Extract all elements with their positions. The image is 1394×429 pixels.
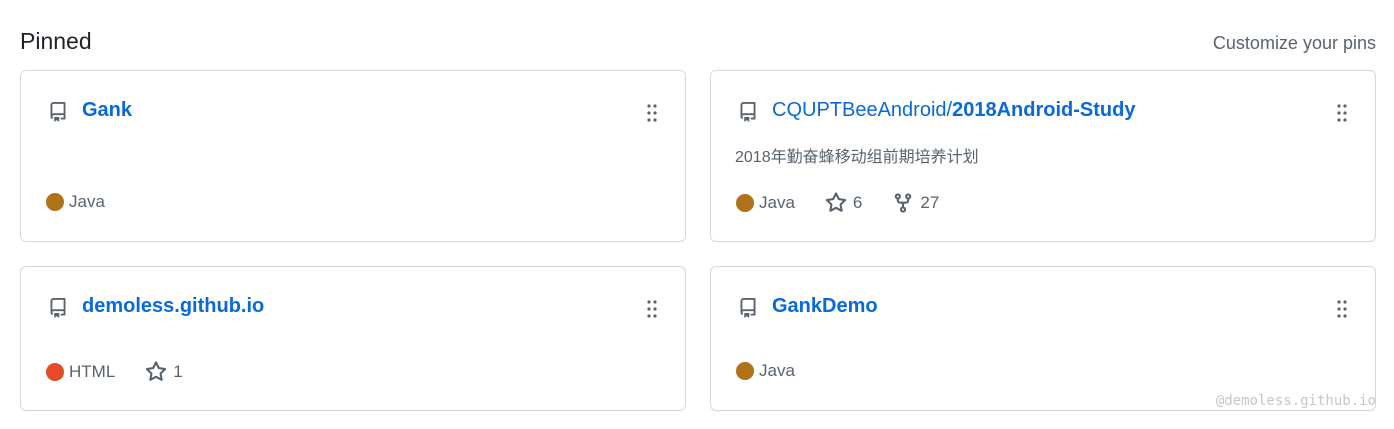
star-count[interactable]: 6	[853, 193, 862, 213]
repo-icon	[740, 102, 756, 122]
repo-owner[interactable]: CQUPTBeeAndroid/	[772, 99, 952, 121]
language-label: Java	[759, 361, 795, 380]
language-color-dot	[46, 193, 64, 211]
language-color-dot	[46, 363, 64, 381]
repo-name-link[interactable]: demoless.github.io	[82, 295, 264, 318]
grabber-icon[interactable]	[647, 104, 657, 122]
pinned-repo-card: Gank Java	[20, 70, 686, 242]
language-label: HTML	[69, 362, 116, 381]
star-icon	[825, 192, 847, 212]
repo-name[interactable]: GankDemo	[772, 295, 878, 317]
language-color-dot	[736, 194, 754, 212]
grabber-icon[interactable]	[647, 300, 657, 318]
repo-icon	[50, 102, 66, 122]
language: Java	[736, 361, 795, 381]
repo-name[interactable]: Gank	[82, 99, 132, 121]
repo-icon	[740, 298, 756, 318]
repo-meta: Java 6 27	[736, 192, 969, 214]
repo-icon	[50, 298, 66, 318]
customize-pins-link[interactable]: Customize your pins	[1213, 33, 1376, 54]
stars-link[interactable]: 6	[825, 192, 862, 214]
language-color-dot	[736, 362, 754, 380]
star-icon	[146, 361, 167, 381]
pinned-title: Pinned	[20, 28, 92, 54]
repo-name-link[interactable]: CQUPTBeeAndroid/2018Android-Study	[772, 99, 1135, 122]
pinned-repo-card: CQUPTBeeAndroid/2018Android-Study 2018年勤…	[710, 70, 1376, 242]
grabber-icon[interactable]	[1337, 104, 1347, 122]
repo-name-link[interactable]: GankDemo	[772, 295, 878, 318]
language-label: Java	[69, 192, 105, 211]
repo-meta: HTML 1	[46, 361, 213, 383]
star-count[interactable]: 1	[173, 362, 182, 382]
pinned-repo-card: demoless.github.io HTML 1	[20, 266, 686, 411]
repo-meta: Java	[736, 361, 825, 381]
repo-name[interactable]: demoless.github.io	[82, 295, 264, 317]
grabber-icon[interactable]	[1337, 300, 1347, 318]
repo-description: 2018年勤奋蜂移动组前期培养计划	[735, 149, 979, 166]
language-label: Java	[759, 193, 795, 212]
repo-name[interactable]: 2018Android-Study	[952, 99, 1135, 121]
forks-link[interactable]: 27	[892, 192, 939, 214]
fork-icon	[895, 193, 912, 213]
language: HTML	[46, 362, 115, 382]
watermark: @demoless.github.io	[1215, 393, 1376, 409]
language: Java	[736, 193, 795, 213]
repo-meta: Java	[46, 192, 135, 212]
language: Java	[46, 192, 105, 212]
pinned-repo-card: GankDemo Java	[710, 266, 1376, 411]
repo-name-link[interactable]: Gank	[82, 99, 132, 122]
fork-count[interactable]: 27	[920, 193, 939, 213]
stars-link[interactable]: 1	[145, 361, 183, 383]
